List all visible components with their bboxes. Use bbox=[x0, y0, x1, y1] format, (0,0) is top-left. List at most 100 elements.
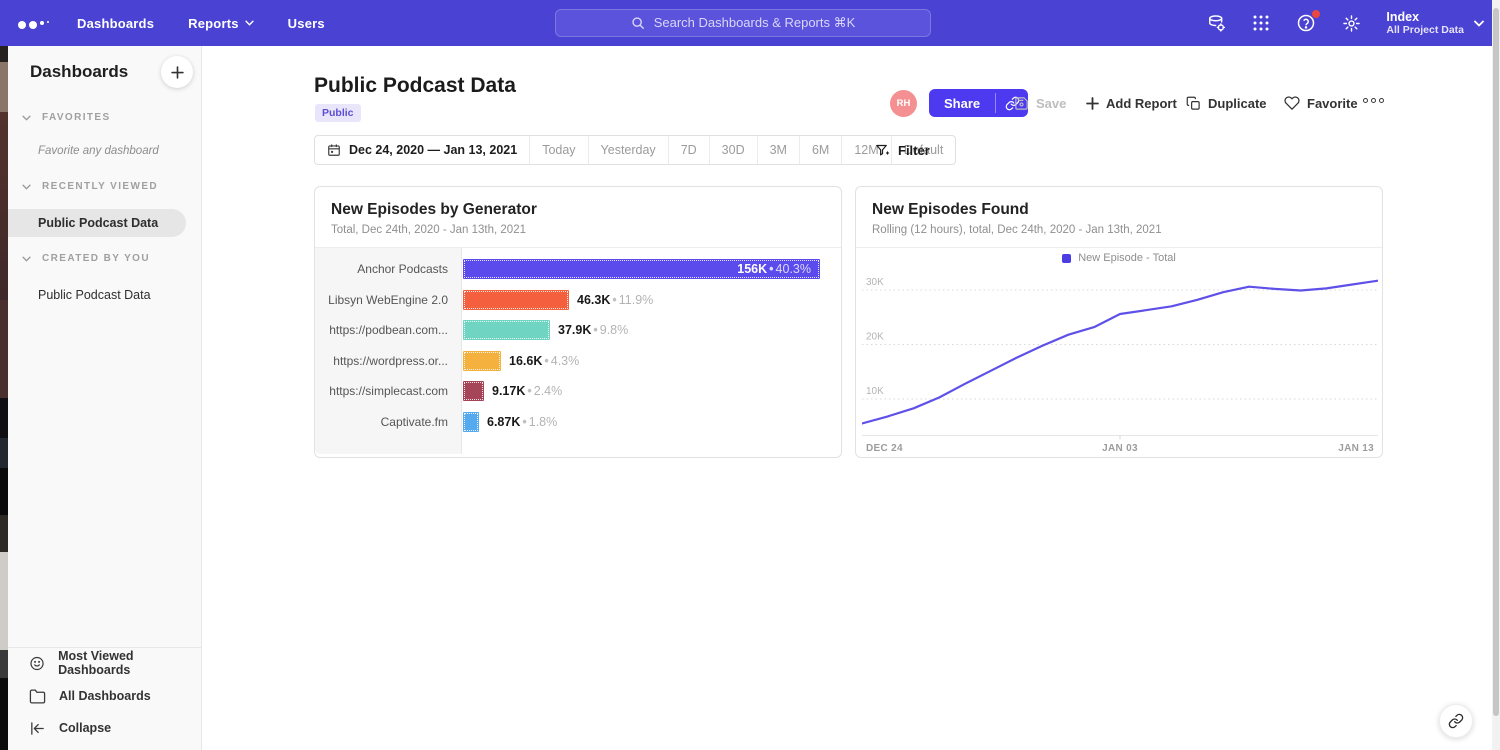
x-tick-label: JAN 03 bbox=[1102, 443, 1138, 454]
bar-category-label: https://podbean.com... bbox=[315, 323, 462, 337]
bar-segment[interactable] bbox=[463, 381, 484, 401]
project-switcher[interactable]: Index All Project Data bbox=[1386, 10, 1484, 36]
date-range-picker[interactable]: Dec 24, 2020 — Jan 13, 2021 bbox=[315, 136, 529, 164]
bar-track: 46.3K•11.9% bbox=[463, 290, 841, 310]
search-input[interactable]: Search Dashboards & Reports ⌘K bbox=[555, 9, 931, 37]
plus-icon bbox=[171, 66, 184, 79]
nav-item-reports[interactable]: Reports bbox=[188, 16, 254, 31]
more-actions-button[interactable] bbox=[1363, 98, 1384, 103]
bar-chart-row: Anchor Podcasts 156K•40.3% bbox=[315, 254, 841, 285]
favorites-empty-hint: Favorite any dashboard bbox=[38, 145, 159, 157]
share-button[interactable]: Share bbox=[929, 89, 995, 117]
line-chart-plot: 10K20K30K bbox=[862, 268, 1378, 440]
bar-chart-row: Captivate.fm 6.87K•1.8% bbox=[315, 407, 841, 438]
most-viewed-dashboards-button[interactable]: Most Viewed Dashboards bbox=[8, 648, 201, 678]
bar-value-label: 9.17K•2.4% bbox=[492, 384, 562, 398]
add-report-button[interactable]: Add Report bbox=[1086, 89, 1177, 117]
preset-30d[interactable]: 30D bbox=[709, 136, 757, 164]
bar-value-label: 156K•40.3% bbox=[737, 259, 811, 279]
nav-item-users[interactable]: Users bbox=[288, 16, 325, 31]
preset-6m[interactable]: 6M bbox=[799, 136, 841, 164]
nav-item-dashboards[interactable]: Dashboards bbox=[77, 16, 154, 31]
bar-track: 6.87K•1.8% bbox=[463, 412, 841, 432]
help-icon[interactable] bbox=[1296, 13, 1316, 33]
x-tick-label: JAN 13 bbox=[1338, 443, 1374, 454]
desktop-wallpaper-sliver bbox=[0, 46, 8, 750]
line-series[interactable] bbox=[862, 281, 1378, 424]
settings-icon[interactable] bbox=[1341, 13, 1361, 33]
bar-chart-row: https://podbean.com... 37.9K•9.8% bbox=[315, 315, 841, 346]
filter-funnel-icon bbox=[875, 143, 890, 158]
bar-segment[interactable] bbox=[463, 351, 501, 371]
x-tick-label: DEC 24 bbox=[866, 443, 903, 454]
x-axis-labels: DEC 24 JAN 03 JAN 13 bbox=[862, 440, 1378, 456]
legend-label: New Episode - Total bbox=[1078, 252, 1176, 264]
nav-item-label: Users bbox=[288, 16, 325, 31]
amplitude-logo-icon[interactable] bbox=[18, 17, 49, 29]
date-toolbar: Dec 24, 2020 — Jan 13, 2021 TodayYesterd… bbox=[314, 135, 956, 165]
nav-item-label: Dashboards bbox=[77, 16, 154, 31]
nav-item-label: Reports bbox=[188, 16, 239, 31]
filter-button[interactable]: Filter bbox=[875, 136, 930, 164]
bar-value-label: 6.87K•1.8% bbox=[487, 415, 557, 429]
project-name: Index bbox=[1386, 10, 1464, 24]
all-dashboards-button[interactable]: All Dashboards bbox=[8, 681, 201, 711]
bar-segment[interactable] bbox=[463, 412, 479, 432]
project-scope: All Project Data bbox=[1386, 24, 1464, 36]
section-recently-viewed[interactable]: RECENTLY VIEWED bbox=[22, 181, 158, 192]
bar-segment[interactable] bbox=[463, 320, 550, 340]
bar-category-label: https://simplecast.com bbox=[315, 384, 462, 398]
bar-value-label: 37.9K•9.8% bbox=[558, 323, 628, 337]
duplicate-icon bbox=[1186, 96, 1201, 111]
heart-icon bbox=[1284, 95, 1300, 111]
calendar-icon bbox=[327, 143, 341, 157]
chevron-down-icon bbox=[1474, 20, 1484, 27]
bar-category-label: https://wordpress.or... bbox=[315, 354, 462, 368]
preset-7d[interactable]: 7D bbox=[668, 136, 709, 164]
preset-yesterday[interactable]: Yesterday bbox=[588, 136, 668, 164]
chevron-down-icon bbox=[22, 184, 31, 190]
preset-today[interactable]: Today bbox=[529, 136, 587, 164]
page-scrollbar bbox=[1492, 0, 1500, 750]
avatar[interactable]: RH bbox=[890, 90, 917, 117]
bar-category-label: Captivate.fm bbox=[315, 415, 462, 429]
sidebar-item-created-dashboard[interactable]: Public Podcast Data bbox=[8, 281, 186, 309]
search-placeholder: Search Dashboards & Reports ⌘K bbox=[654, 15, 856, 31]
chart-legend: New Episode - Total bbox=[856, 248, 1382, 268]
preset-3m[interactable]: 3M bbox=[757, 136, 799, 164]
y-tick-label: 10K bbox=[866, 386, 884, 397]
favorite-button[interactable]: Favorite bbox=[1284, 89, 1358, 117]
save-button[interactable]: Save bbox=[1014, 89, 1066, 117]
bar-track: 37.9K•9.8% bbox=[463, 320, 841, 340]
bar-category-label: Anchor Podcasts bbox=[315, 262, 462, 276]
bar-track: 156K•40.3% bbox=[463, 259, 841, 279]
bar-chart-row: Libsyn WebEngine 2.046.3K•11.9% bbox=[315, 285, 841, 316]
section-created-by-you[interactable]: CREATED BY YOU bbox=[22, 253, 150, 264]
bar-track: 9.17K•2.4% bbox=[463, 381, 841, 401]
floating-link-button[interactable] bbox=[1439, 704, 1473, 738]
bar-value-label: 16.6K•4.3% bbox=[509, 354, 579, 368]
search-icon bbox=[631, 16, 645, 30]
section-favorites[interactable]: FAVORITES bbox=[22, 112, 111, 123]
notification-dot bbox=[1312, 10, 1320, 18]
bar-segment[interactable] bbox=[463, 290, 569, 310]
collapse-sidebar-button[interactable]: Collapse bbox=[8, 713, 201, 743]
link-icon bbox=[1448, 713, 1464, 729]
y-tick-label: 20K bbox=[866, 332, 884, 343]
bar-segment[interactable]: 156K•40.3% bbox=[463, 259, 820, 279]
bar-chart-subtitle: Total, Dec 24th, 2020 - Jan 13th, 2021 bbox=[331, 224, 825, 236]
duplicate-button[interactable]: Duplicate bbox=[1186, 89, 1267, 117]
top-navbar: Dashboards Reports Users Search Dashboards… bbox=[0, 0, 1500, 46]
data-sources-icon[interactable] bbox=[1206, 13, 1226, 33]
bar-track: 16.6K•4.3% bbox=[463, 351, 841, 371]
scrollbar-thumb[interactable] bbox=[1493, 8, 1499, 716]
add-dashboard-button[interactable] bbox=[161, 56, 193, 88]
sidebar-item-recent-dashboard[interactable]: Public Podcast Data bbox=[8, 209, 186, 237]
collapse-icon bbox=[29, 720, 46, 737]
chevron-down-icon bbox=[22, 256, 31, 262]
apps-grid-icon[interactable] bbox=[1251, 13, 1271, 33]
save-icon bbox=[1014, 96, 1029, 111]
bar-chart-row: https://simplecast.com 9.17K•2.4% bbox=[315, 376, 841, 407]
line-chart-title: New Episodes Found bbox=[872, 201, 1366, 219]
chevron-down-icon bbox=[245, 20, 254, 26]
